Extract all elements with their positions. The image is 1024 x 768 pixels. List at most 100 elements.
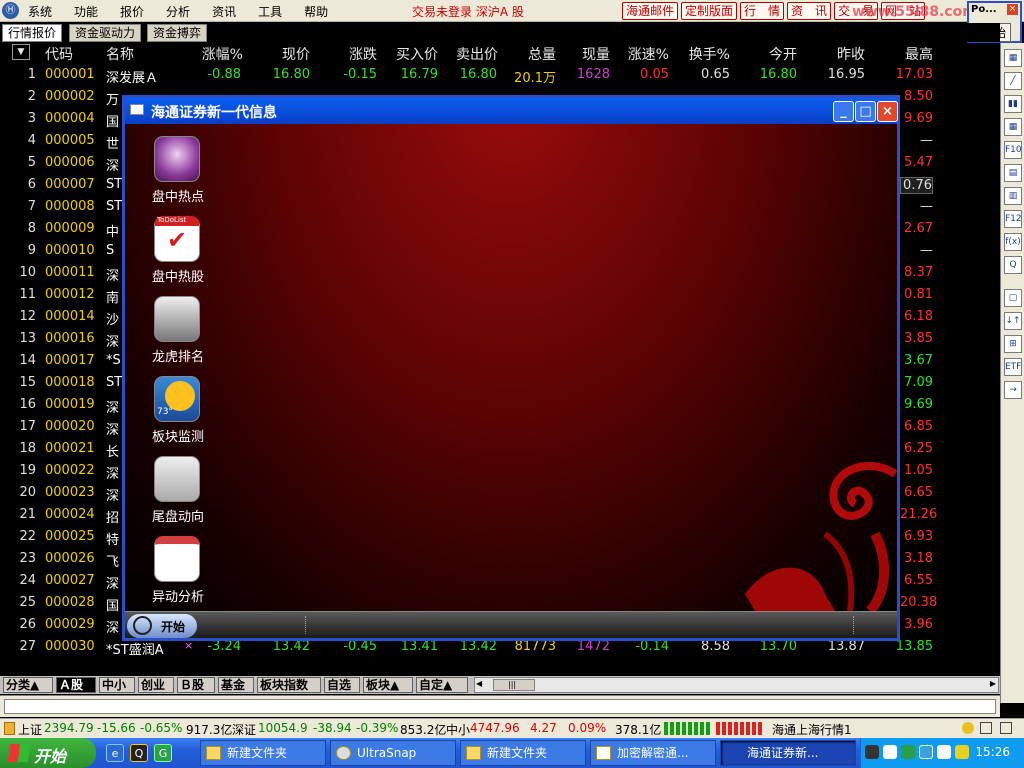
settings-icon[interactable] — [1000, 722, 1012, 734]
scroll-left-icon[interactable]: ◀ — [476, 679, 482, 688]
row-number: 22 — [19, 529, 36, 544]
high-price: 9.69 — [904, 397, 933, 412]
header-price[interactable]: 现价 — [270, 44, 310, 64]
menu-function[interactable]: 功能 — [74, 3, 98, 20]
horizontal-scrollbar[interactable]: ◀ ||| ▶ — [474, 677, 999, 693]
g-app-icon[interactable]: G — [154, 744, 172, 762]
scroll-right-icon[interactable]: ▶ — [990, 679, 996, 688]
header-change[interactable]: 涨跌 — [337, 44, 377, 64]
task-folder-1[interactable]: 新建文件夹 — [200, 740, 326, 766]
sidebar-tool-icon[interactable]: → — [1004, 381, 1022, 399]
menu-tools[interactable]: 工具 — [258, 3, 282, 20]
sidebar-tool-icon[interactable]: ╱ — [1004, 72, 1022, 90]
market-button[interactable]: 行 情 — [740, 2, 785, 20]
qq-icon[interactable]: Q — [130, 744, 148, 762]
task-ultrasnap[interactable]: UltraSnap — [330, 740, 456, 766]
sidebar-tool-icon[interactable]: ↓↑ — [1004, 312, 1022, 330]
mini-close-icon[interactable]: × — [1007, 4, 1018, 15]
sidebar-tool-icon[interactable]: ⊞ — [1004, 335, 1022, 353]
tab-sme[interactable]: 中小 — [99, 677, 135, 693]
header-speed[interactable]: 涨速% — [619, 44, 669, 64]
tab-custom[interactable]: 自定▲ — [416, 677, 468, 693]
clock[interactable]: 15:26 — [975, 745, 1010, 759]
minimize-icon[interactable]: _ — [833, 101, 854, 122]
anomaly-analysis-item[interactable]: 异动分析 — [143, 536, 213, 614]
high-price: 6.65 — [904, 485, 933, 500]
high-price: 3.18 — [904, 551, 933, 566]
header-turnover[interactable]: 换手% — [680, 44, 730, 64]
command-input[interactable] — [4, 699, 996, 714]
sector-monitor-item[interactable]: 73° 板块监测 — [143, 376, 213, 454]
tab-sector-index[interactable]: 板块指数 — [257, 677, 321, 693]
sort-arrow-icon[interactable]: ▼ — [12, 44, 30, 60]
news-button[interactable]: 资 讯 — [787, 2, 832, 20]
task-label: 新建文件夹 — [487, 746, 548, 760]
camera-icon — [336, 746, 351, 760]
header-name[interactable]: 名称 — [106, 44, 134, 64]
hot-topics-item[interactable]: 盘中热点 — [143, 136, 213, 214]
menu-quote[interactable]: 报价 — [120, 3, 144, 20]
ie-icon[interactable]: e — [106, 744, 124, 762]
task-folder-2[interactable]: 新建文件夹 — [460, 740, 586, 766]
sidebar-tool-icon[interactable]: F10 — [1004, 141, 1022, 159]
sidebar-tool-icon[interactable]: ▥ — [1004, 187, 1022, 205]
tab-gem[interactable]: 创业 — [138, 677, 174, 693]
row-number: 25 — [19, 595, 36, 610]
hot-stocks-item[interactable]: ToDoList ✔ 盘中热股 — [143, 216, 213, 294]
alert-icon[interactable] — [4, 722, 15, 735]
custom-layout-button[interactable]: 定制版面 — [681, 2, 738, 20]
header-ask[interactable]: 卖出价 — [446, 44, 498, 64]
menu-help[interactable]: 帮助 — [304, 3, 328, 20]
task-crypto-tool[interactable]: 加密解密通... — [590, 740, 716, 766]
ie-tray-icon[interactable] — [919, 745, 933, 759]
watermark: www.55i88.com — [852, 4, 977, 20]
menu-news[interactable]: 资讯 — [212, 3, 236, 20]
popup-titlebar[interactable]: 海通证券新一代信息 _ □ × — [125, 98, 898, 124]
tab-sector[interactable]: 板块▲ — [363, 677, 413, 693]
tab-b-shares[interactable]: Ｂ股 — [177, 677, 215, 693]
maximize-icon[interactable]: □ — [855, 101, 876, 122]
task-haitong[interactable]: 海通证券新... — [720, 740, 856, 766]
header-bid[interactable]: 买入价 — [386, 44, 438, 64]
tab-funds[interactable]: 基金 — [218, 677, 254, 693]
header-prev-close[interactable]: 昨收 — [825, 44, 865, 64]
sidebar-tool-icon[interactable]: F12 — [1004, 210, 1022, 228]
sidebar-tool-icon[interactable]: ▦ — [1004, 118, 1022, 136]
table-row[interactable]: 1 000001 深发展Ａ -0.88 16.80 -0.15 16.79 16… — [0, 64, 1000, 86]
close-icon[interactable]: × — [877, 101, 898, 122]
closing-trend-item[interactable]: 尾盘动向 — [143, 456, 213, 534]
sidebar-tool-icon[interactable]: ▢ — [1004, 289, 1022, 307]
mail-button[interactable]: 海通邮件 — [622, 2, 679, 20]
dragon-tiger-item[interactable]: 龙虎排名 — [143, 296, 213, 374]
tab-fund-flow[interactable]: 资金驱动力 — [69, 24, 142, 42]
tab-watchlist[interactable]: 自选 — [324, 677, 360, 693]
header-high[interactable]: 最高 — [893, 44, 933, 64]
pct-change: -0.88 — [207, 67, 241, 82]
tab-fund-battle[interactable]: 资金搏弈 — [147, 24, 208, 42]
header-pct-change[interactable]: 涨幅% — [195, 44, 243, 64]
sidebar-tool-icon[interactable]: ▦ — [1004, 49, 1022, 67]
volume-icon[interactable] — [937, 745, 951, 759]
sidebar-tool-icon[interactable]: ▮▮ — [1004, 95, 1022, 113]
popup-start-button[interactable]: 开始 — [127, 614, 197, 638]
stock-name: ST — [106, 177, 123, 192]
tab-a-shares[interactable]: Ａ股 — [56, 677, 96, 693]
header-volume[interactable]: 总量 — [516, 44, 556, 64]
menu-analysis[interactable]: 分析 — [166, 3, 190, 20]
start-button[interactable]: 开始 — [0, 738, 96, 768]
header-code[interactable]: 代码 — [45, 44, 73, 64]
sidebar-tool-icon[interactable]: ETF — [1004, 358, 1022, 376]
scroll-thumb[interactable]: ||| — [493, 679, 535, 691]
menu-system[interactable]: 系统 — [28, 3, 52, 20]
g-tray-icon[interactable] — [901, 745, 915, 759]
sidebar-tool-icon[interactable]: Q — [1004, 256, 1022, 274]
shield-icon[interactable] — [955, 745, 969, 759]
header-current-volume[interactable]: 现量 — [570, 44, 610, 64]
tab-quotes[interactable]: 行情报价 — [2, 24, 63, 42]
keyboard-icon[interactable] — [865, 745, 879, 759]
tab-category[interactable]: 分类▲ — [3, 677, 53, 693]
sidebar-tool-icon[interactable]: f(x) — [1004, 233, 1022, 251]
header-open[interactable]: 今开 — [757, 44, 797, 64]
sidebar-tool-icon[interactable]: ▤ — [1004, 164, 1022, 182]
messenger-icon[interactable] — [883, 745, 897, 759]
